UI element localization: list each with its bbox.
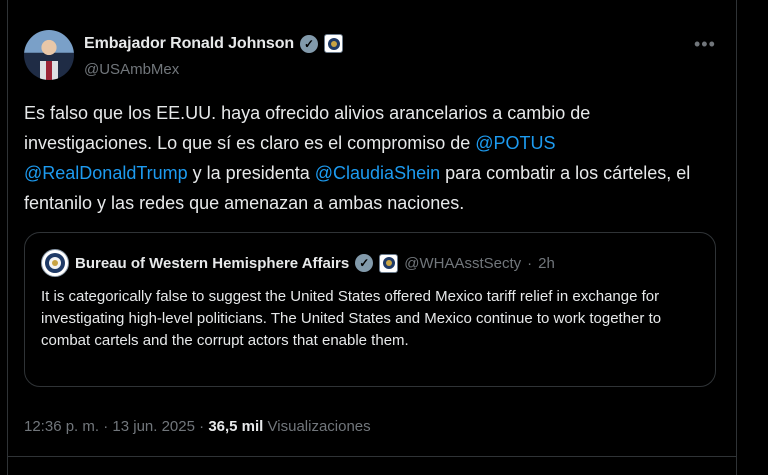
author-name-row: Embajador Ronald Johnson ✓ (84, 34, 344, 53)
mention-link[interactable]: @POTUS (475, 133, 555, 153)
quoted-author-avatar[interactable] (41, 249, 69, 277)
section-divider (8, 456, 736, 457)
separator-dot: · (103, 418, 109, 435)
affiliation-seal-icon[interactable] (379, 253, 399, 273)
quoted-author-handle[interactable]: @WHAAsstSecty (404, 255, 521, 272)
post-time[interactable]: 12:36 p. m. (24, 418, 99, 435)
mention-link[interactable]: @RealDonaldTrump (24, 163, 188, 183)
quoted-post-text: It is categorically false to suggest the… (41, 288, 662, 349)
quoted-post-time[interactable]: 2h (538, 255, 555, 272)
post-metadata: 12:36 p. m. · 13 jun. 2025 · 36,5 mil Vi… (24, 418, 371, 435)
post-text-part: y la presidenta (187, 163, 315, 183)
verified-badge-icon[interactable]: ✓ (300, 34, 319, 53)
post-text: Es falso que los EE.UU. haya ofrecido al… (24, 98, 720, 218)
quoted-post-header: Bureau of Western Hemisphere Affairs ✓ @… (41, 249, 555, 277)
tweet-detail-view: Embajador Ronald Johnson ✓ @USAmbMex •••… (0, 0, 768, 475)
author-handle[interactable]: @USAmbMex (84, 61, 179, 78)
column-border-left (7, 0, 8, 475)
post-date[interactable]: 13 jun. 2025 (112, 418, 195, 435)
column-border-right (736, 0, 737, 475)
verified-badge-icon[interactable]: ✓ (355, 254, 374, 272)
quoted-post[interactable]: Bureau of Western Hemisphere Affairs ✓ @… (24, 232, 716, 387)
mention-link[interactable]: @ClaudiaShein (315, 163, 440, 183)
more-options-icon[interactable]: ••• (694, 34, 716, 55)
author-name[interactable]: Embajador Ronald Johnson (84, 35, 294, 53)
separator-dot: · (199, 418, 205, 435)
author-avatar[interactable] (24, 30, 74, 80)
quoted-author-name[interactable]: Bureau of Western Hemisphere Affairs (75, 255, 349, 272)
affiliation-seal-icon[interactable] (324, 34, 344, 53)
separator-dot: · (527, 254, 533, 272)
views-count: 36,5 mil (208, 418, 264, 435)
views-label: Visualizaciones (267, 418, 371, 435)
